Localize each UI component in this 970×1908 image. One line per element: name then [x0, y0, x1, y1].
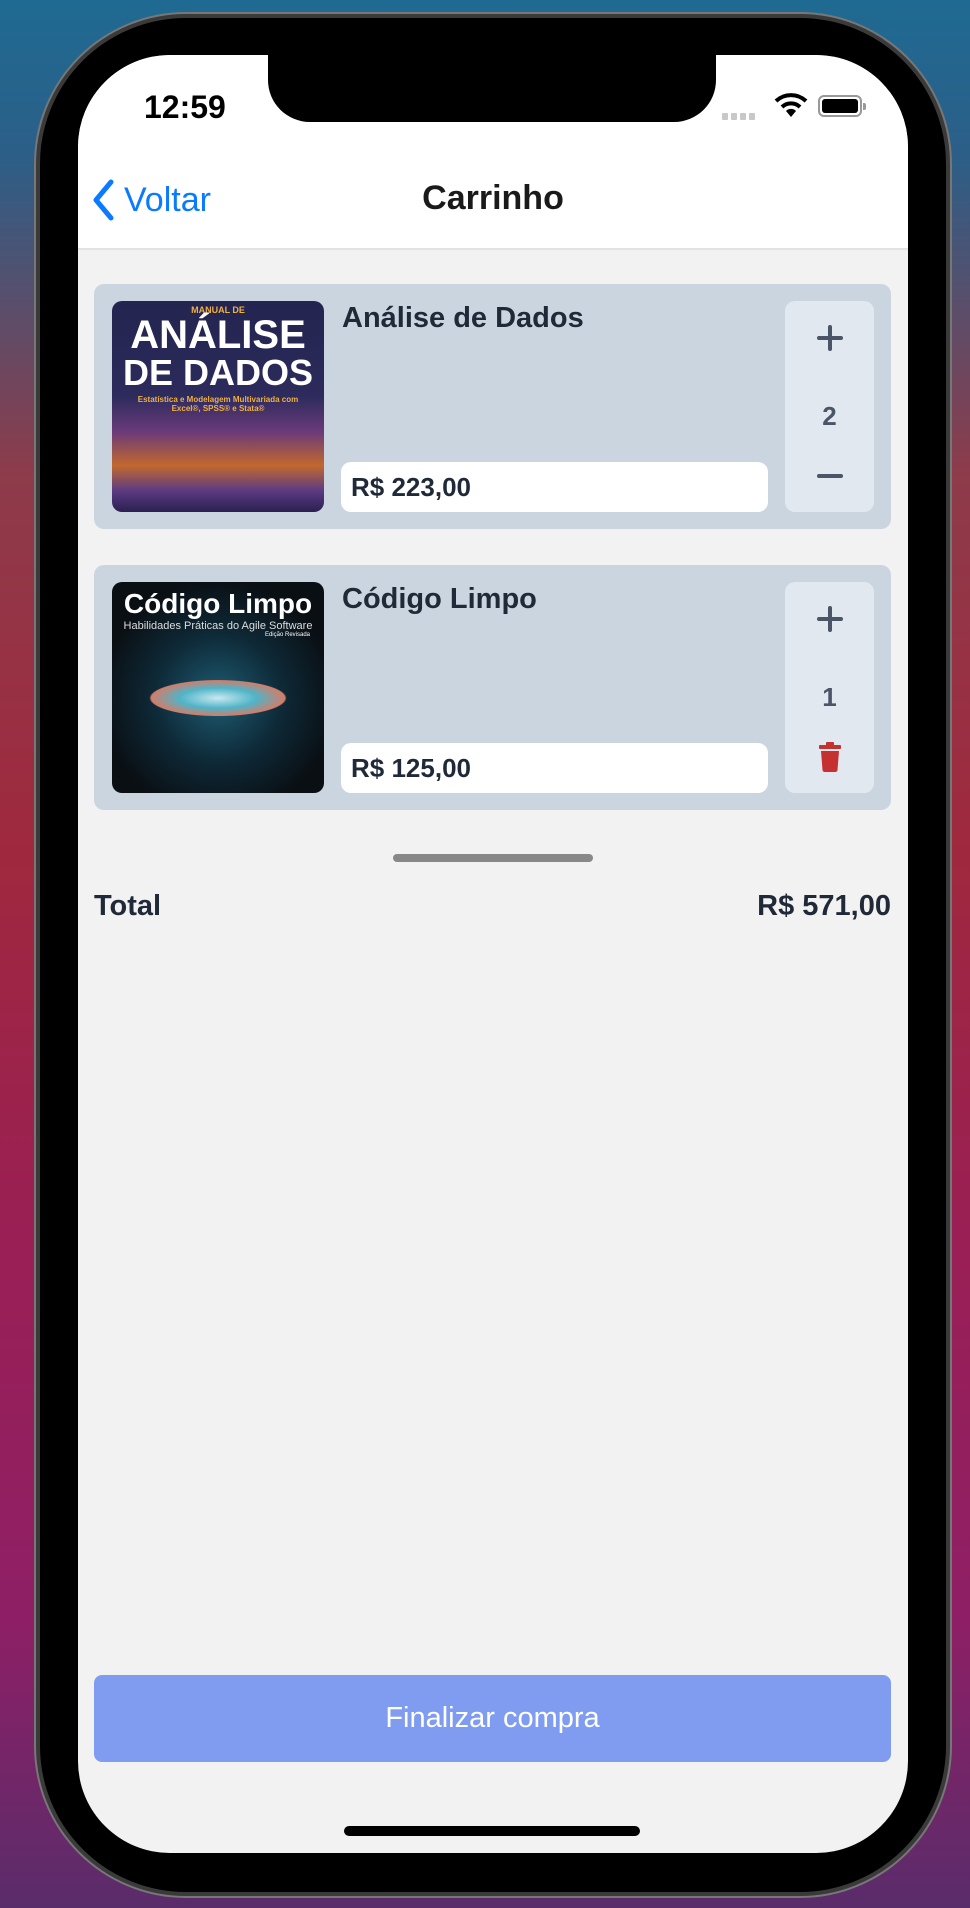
status-time: 12:59	[144, 89, 226, 125]
screen: 12:59 Voltar Carrinho MANUAL DE ANÁLISE …	[78, 55, 908, 1853]
notch	[268, 55, 716, 122]
cart-item: MANUAL DE ANÁLISE DE DADOS Estatística e…	[94, 284, 891, 529]
item-title: Análise de Dados	[342, 302, 584, 334]
checkout-button[interactable]: Finalizar compra	[94, 1675, 891, 1762]
quantity-value: 1	[822, 682, 837, 712]
total-label: Total	[94, 890, 162, 922]
decrement-button[interactable]	[785, 451, 874, 501]
cover-text: DE DADOS	[122, 352, 314, 393]
plus-icon	[816, 325, 843, 351]
quantity-stepper: 1	[785, 582, 874, 793]
book-cover: MANUAL DE ANÁLISE DE DADOS Estatística e…	[112, 301, 324, 512]
quantity-value: 2	[822, 401, 837, 431]
cover-text: Estatística e Modelagem Multivariada com	[137, 395, 299, 404]
item-price: R$ 125,00	[341, 743, 768, 793]
item-title: Código Limpo	[342, 583, 537, 615]
book-cover: Código Limpo Habilidades Práticas do Agi…	[112, 582, 324, 793]
increment-button[interactable]	[785, 594, 874, 644]
cart-item: Código Limpo Habilidades Práticas do Agi…	[94, 565, 891, 810]
battery-icon	[818, 95, 866, 117]
wifi-icon	[774, 93, 808, 117]
navigation-bar: 12:59 Voltar Carrinho	[78, 55, 908, 250]
increment-button[interactable]	[785, 313, 874, 363]
plus-icon	[816, 606, 843, 632]
cover-text: Excel®, SPSS® e Stata®	[171, 404, 265, 413]
total-row: Total R$ 571,00	[94, 890, 891, 923]
total-value: R$ 571,00	[757, 890, 891, 922]
item-price: R$ 223,00	[341, 462, 768, 512]
cover-text: Habilidades Práticas do Agile Software	[123, 620, 313, 632]
cover-text: ANÁLISE	[130, 313, 306, 357]
scroll-handle[interactable]	[393, 854, 593, 862]
trash-icon	[818, 742, 841, 772]
quantity-stepper: 2	[785, 301, 874, 512]
signal-icon	[722, 113, 755, 120]
minus-icon	[816, 474, 843, 478]
home-indicator[interactable]	[344, 1826, 640, 1836]
remove-item-button[interactable]	[785, 732, 874, 782]
cover-text: Edição Revisada	[264, 632, 310, 638]
page-title: Carrinho	[422, 179, 564, 217]
cover-text: Código Limpo	[123, 588, 313, 619]
